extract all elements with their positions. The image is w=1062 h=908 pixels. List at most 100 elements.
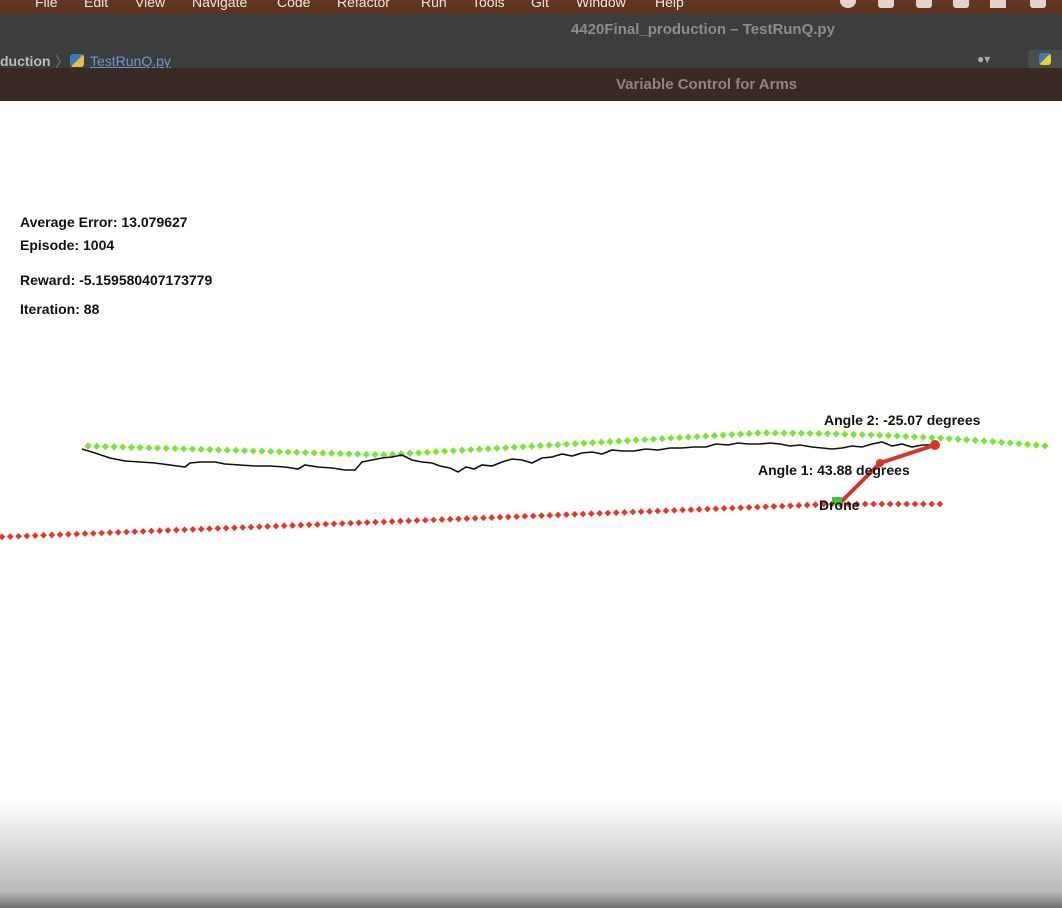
- drone-path-dot: [911, 500, 919, 508]
- breadcrumb-project[interactable]: duction: [0, 53, 51, 69]
- target-path-dot: [736, 430, 745, 438]
- drone-path-dot: [488, 514, 496, 521]
- target-path-dot: [432, 448, 440, 456]
- menu-git[interactable]: Git: [531, 0, 549, 10]
- target-path-dot: [1015, 439, 1023, 448]
- target-path-dot: [997, 438, 1006, 446]
- drone-path-dot: [231, 524, 238, 532]
- menu-help[interactable]: Help: [655, 0, 684, 10]
- target-path-dot: [693, 432, 701, 441]
- target-path-dot: [980, 437, 988, 445]
- menu-refactor[interactable]: Refactor: [337, 0, 390, 10]
- target-path-dot: [841, 430, 849, 438]
- target-path-dot: [536, 442, 545, 450]
- drone-path-dot: [587, 510, 595, 518]
- drone-path-dot: [197, 525, 205, 533]
- target-path-dot: [136, 443, 144, 452]
- target-path-dot: [371, 450, 379, 459]
- target-path-dot: [1032, 441, 1040, 449]
- drone-path-dot: [139, 527, 147, 535]
- drone-path-dot: [397, 517, 404, 525]
- menu-run[interactable]: Run: [421, 0, 447, 10]
- drone-path-dot: [546, 511, 554, 519]
- target-path-dot: [545, 441, 553, 449]
- target-path-dot: [832, 430, 840, 438]
- target-path-dot: [319, 449, 327, 457]
- target-path-dot: [110, 443, 118, 451]
- angle2-label: Angle 2: -25.07 degrees: [824, 412, 981, 428]
- drone-path-dot: [89, 529, 97, 537]
- python-console-icon[interactable]: [1028, 50, 1062, 68]
- drone-path-dot: [787, 502, 794, 510]
- target-path-dot: [849, 430, 858, 439]
- drone-path-dot: [513, 513, 520, 520]
- target-path-dot: [675, 433, 684, 442]
- copy-icon[interactable]: [1030, 0, 1046, 8]
- drone-path-dot: [654, 507, 662, 515]
- drone-path-dot: [206, 525, 213, 533]
- drone-path-dot: [878, 500, 886, 508]
- notion-icon[interactable]: [878, 0, 894, 8]
- target-path-dot: [632, 436, 640, 444]
- drone-path-dot: [480, 514, 487, 522]
- drone-path-dot: [0, 533, 6, 541]
- drone-path-dot: [621, 508, 628, 516]
- target-path-dot: [649, 435, 658, 443]
- record-icon[interactable]: [840, 0, 856, 8]
- ide-title-bar[interactable]: 4420Final_production – TestRunQ.py: [0, 14, 1062, 46]
- target-path-dot: [310, 449, 318, 457]
- image-icon[interactable]: [916, 0, 932, 8]
- menu-file[interactable]: File: [35, 0, 58, 10]
- drone-path-dot: [289, 522, 296, 529]
- menu-tools[interactable]: Tools: [472, 0, 505, 10]
- drone-path-dot: [928, 500, 935, 508]
- menu-view[interactable]: View: [135, 0, 165, 10]
- drone-path-dot: [903, 500, 911, 508]
- menu-navigate[interactable]: Navigate: [192, 0, 247, 10]
- target-path-dot: [484, 445, 492, 453]
- target-path-dot: [754, 429, 762, 437]
- drone-path-dot: [388, 518, 396, 525]
- target-path-dot: [467, 446, 475, 454]
- target-path-dot: [162, 444, 170, 453]
- drone-path-dot: [612, 509, 620, 517]
- drone-path-dot: [421, 516, 429, 524]
- target-path-dot: [406, 449, 414, 457]
- wifi-icon[interactable]: [990, 0, 1006, 8]
- target-path-dot: [780, 429, 788, 437]
- target-path-dot: [884, 431, 893, 440]
- target-path-dot: [623, 436, 632, 445]
- target-path-dot: [606, 437, 614, 446]
- drone-path-dot: [314, 521, 321, 528]
- menu-code[interactable]: Code: [277, 0, 310, 10]
- drone-path-dot: [745, 504, 753, 511]
- user-dropdown-icon[interactable]: ●▾: [977, 52, 990, 66]
- drone-path-dot: [156, 527, 164, 535]
- drone-path-dot: [73, 530, 81, 538]
- target-path-dot: [145, 444, 153, 452]
- plot-window-title-bar[interactable]: Variable Control for Arms: [0, 68, 1062, 101]
- drone-path-dot: [679, 506, 686, 514]
- drone-path-dot: [720, 505, 728, 512]
- drone-path-dot: [272, 522, 280, 530]
- menu-edit[interactable]: Edit: [84, 0, 108, 10]
- menu-window[interactable]: Window: [576, 0, 626, 10]
- target-path-dot: [101, 442, 110, 451]
- target-path-dot: [919, 433, 927, 441]
- drone-path-dot: [762, 503, 769, 511]
- ide-breadcrumb-bar: duction 〉 TestRunQ.py ●▾: [0, 46, 1062, 70]
- target-path-dot: [815, 429, 823, 438]
- breadcrumb-file[interactable]: TestRunQ.py: [90, 53, 171, 69]
- drone-path-dot: [438, 516, 446, 523]
- target-path-dot: [153, 444, 162, 452]
- drone-path-dot: [753, 503, 761, 511]
- target-path-dot: [528, 442, 536, 450]
- target-path-dot: [414, 449, 423, 457]
- drive-icon[interactable]: [953, 0, 969, 8]
- drone-path-dot: [123, 528, 130, 536]
- simulation-drawing: Angle 2: -25.07 degrees Angle 1: 43.88 d…: [0, 412, 1049, 541]
- target-path-dot: [954, 435, 962, 443]
- target-path-dot: [710, 431, 719, 440]
- target-path-dot: [571, 440, 579, 448]
- drone-path-dot: [538, 512, 545, 520]
